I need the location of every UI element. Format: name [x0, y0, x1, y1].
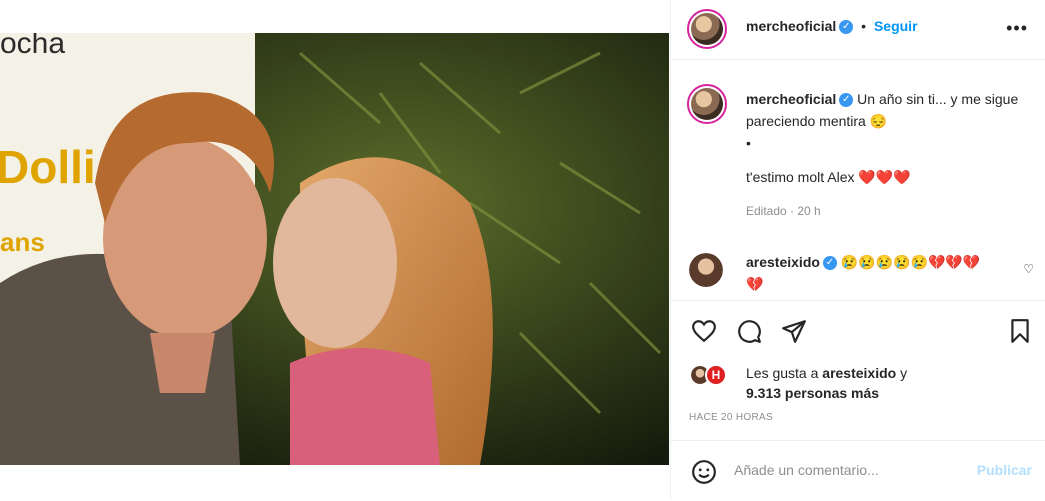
post-header: mercheoficial ✓ • Seguir ••• — [671, 0, 1045, 60]
like-comment-heart-icon[interactable]: ♡ — [1023, 262, 1034, 276]
publish-button[interactable]: Publicar — [977, 462, 1032, 478]
like-heart-icon[interactable] — [691, 318, 717, 344]
header-author-row: mercheoficial ✓ • Seguir — [746, 18, 918, 35]
post-photo[interactable]: ocha Dolli ans — [0, 33, 669, 465]
author-avatar-image — [691, 13, 723, 45]
comment-username[interactable]: aresteixido — [746, 254, 820, 270]
caption-text-line2: t'estimo molt Alex ❤️❤️❤️ — [746, 169, 911, 185]
likes-connector: y — [900, 365, 908, 381]
likes-summary: Les gusta a aresteixido y 9.313 personas… — [746, 363, 907, 403]
more-options-icon[interactable]: ••• — [1006, 18, 1028, 39]
emoji-smiley-icon[interactable] — [691, 459, 717, 485]
edited-timestamp: Editado · 20 h — [746, 204, 821, 218]
comment: aresteixido ✓ 😢😢😢😢😢💔💔💔💔 — [746, 251, 996, 295]
post-details-pane: mercheoficial ✓ • Seguir ••• mercheoficia… — [670, 0, 1045, 500]
sign-text-mid: Dolli — [0, 141, 96, 193]
author-avatar[interactable] — [687, 9, 727, 49]
commenter-avatar[interactable] — [689, 253, 723, 287]
comment-bubble-icon[interactable] — [736, 318, 762, 344]
header-username[interactable]: mercheoficial — [746, 18, 836, 34]
caption-verified-icon: ✓ — [839, 93, 854, 108]
post-time-ago: HACE 20 HORAS — [689, 412, 773, 423]
sign-text-bottom: ans — [0, 227, 45, 257]
post-media-pane: ocha Dolli ans — [0, 0, 669, 500]
sign-text-top: ocha — [0, 33, 65, 60]
photo-illustration: ocha Dolli ans — [0, 33, 669, 465]
header-dot: • — [861, 18, 867, 34]
comment-input[interactable]: Añade un comentario... — [734, 462, 879, 478]
liker-avatar-brand[interactable]: H — [705, 364, 727, 386]
likes-user-link[interactable]: aresteixido — [822, 365, 896, 381]
share-send-icon[interactable] — [781, 318, 807, 344]
likes-count-link[interactable]: 9.313 personas más — [746, 385, 879, 401]
caption-avatar-image — [691, 88, 723, 120]
caption-username[interactable]: mercheoficial — [746, 91, 836, 107]
verified-badge-icon: ✓ — [839, 20, 854, 35]
caption-avatar[interactable] — [687, 84, 727, 124]
save-bookmark-icon[interactable] — [1007, 318, 1033, 344]
commenter-avatar-image — [689, 253, 723, 287]
comment-verified-icon: ✓ — [822, 256, 837, 271]
likes-prefix: Les gusta a — [746, 365, 819, 381]
add-comment-bar: Añade un comentario... Publicar — [671, 440, 1045, 501]
caption-bullet: • — [746, 135, 751, 151]
caption: mercheoficial ✓ Un año sin ti... y me sig… — [746, 88, 1026, 222]
follow-button[interactable]: Seguir — [874, 18, 918, 34]
